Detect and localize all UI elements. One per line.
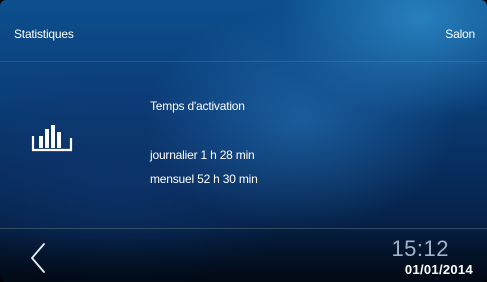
bar-chart-icon [31, 125, 73, 152]
room-name: Salon [445, 27, 475, 41]
back-button[interactable] [24, 240, 54, 276]
chevron-left-icon [31, 243, 45, 273]
statistics-screen: Statistiques Salon Temps d'activation jo… [0, 0, 487, 282]
monthly-activation-value: mensuel 52 h 30 min [150, 172, 258, 186]
page-title: Statistiques [14, 27, 74, 41]
daily-activation-value: journalier 1 h 28 min [150, 148, 255, 162]
clock-time: 15:12 [391, 236, 449, 261]
header-bar: Statistiques Salon [0, 0, 487, 62]
activation-time-title: Temps d'activation [150, 99, 245, 113]
clock-date: 01/01/2014 [404, 262, 473, 277]
